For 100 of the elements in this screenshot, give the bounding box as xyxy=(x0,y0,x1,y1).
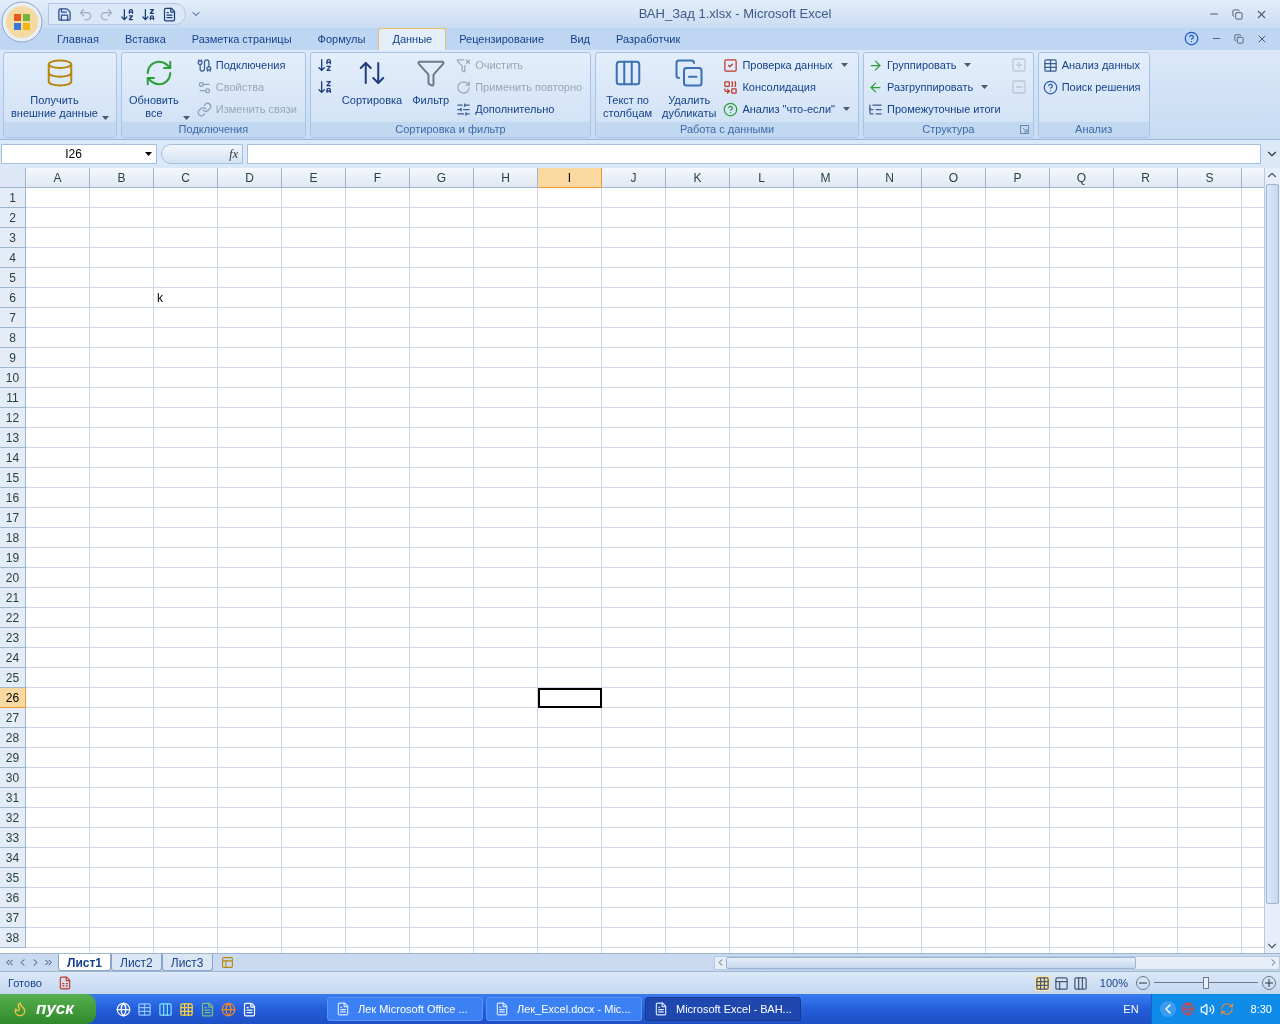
row-header[interactable]: 36 xyxy=(0,888,26,908)
row-header[interactable]: 10 xyxy=(0,368,26,388)
ribbon-button[interactable]: Получить внешние данные xyxy=(8,55,112,120)
save-icon[interactable] xyxy=(57,6,72,22)
row-header[interactable]: 8 xyxy=(0,328,26,348)
column-header[interactable]: Q xyxy=(1050,168,1114,188)
ribbon-tab[interactable]: Данные xyxy=(378,28,447,50)
help-icon[interactable] xyxy=(1184,31,1199,46)
grid-icon[interactable] xyxy=(179,1001,194,1017)
column-header[interactable]: S xyxy=(1178,168,1242,188)
ribbon-tab[interactable]: Формулы xyxy=(304,28,379,50)
ribbon-button[interactable]: Подключения xyxy=(196,55,301,75)
row-header[interactable]: 21 xyxy=(0,588,26,608)
row-header[interactable]: 33 xyxy=(0,828,26,848)
row-header[interactable]: 7 xyxy=(0,308,26,328)
column-header[interactable]: O xyxy=(922,168,986,188)
row-header[interactable]: 22 xyxy=(0,608,26,628)
row-header[interactable]: 37 xyxy=(0,908,26,928)
ribbon-tab[interactable]: Разработчик xyxy=(603,28,694,50)
zoom-slider[interactable] xyxy=(1154,976,1258,990)
form-icon[interactable] xyxy=(162,6,177,22)
column-header[interactable]: E xyxy=(282,168,346,188)
row-header[interactable]: 18 xyxy=(0,528,26,548)
panel-icon[interactable] xyxy=(158,1001,173,1017)
row-header[interactable]: 16 xyxy=(0,488,26,508)
column-header[interactable]: F xyxy=(346,168,410,188)
row-header[interactable]: 30 xyxy=(0,768,26,788)
column-header[interactable]: H xyxy=(474,168,538,188)
row-header[interactable]: 3 xyxy=(0,228,26,248)
zoom-level[interactable]: 100% xyxy=(1099,974,1128,992)
ribbon-button[interactable]: Обновить все xyxy=(125,55,193,120)
page-break-icon[interactable] xyxy=(1072,975,1088,991)
row-header[interactable]: 19 xyxy=(0,548,26,568)
row-header[interactable]: 5 xyxy=(0,268,26,288)
row-header[interactable]: 4 xyxy=(0,248,26,268)
network-icon[interactable] xyxy=(116,1001,131,1017)
ribbon-button[interactable]: Разгруппировать xyxy=(868,77,1005,97)
row-header[interactable]: 17 xyxy=(0,508,26,528)
column-header[interactable]: M xyxy=(794,168,858,188)
row-header[interactable]: 31 xyxy=(0,788,26,808)
formula-field[interactable] xyxy=(247,144,1261,164)
ribbon-button[interactable]: Фильтр xyxy=(409,55,453,107)
ribbon-tab[interactable]: Разметка страницы xyxy=(178,28,305,50)
row-header[interactable]: 14 xyxy=(0,448,26,468)
name-box[interactable]: I26 xyxy=(1,144,157,164)
row-header[interactable]: 27 xyxy=(0,708,26,728)
column-header[interactable]: J xyxy=(602,168,666,188)
column-header[interactable]: D xyxy=(218,168,282,188)
row-header[interactable]: 15 xyxy=(0,468,26,488)
row-header[interactable]: 13 xyxy=(0,428,26,448)
row-header[interactable]: 29 xyxy=(0,748,26,768)
ribbon-button[interactable]: Анализ данных xyxy=(1042,55,1145,75)
column-header[interactable]: R xyxy=(1114,168,1178,188)
column-header[interactable]: P xyxy=(986,168,1050,188)
insert-sheet-icon[interactable] xyxy=(220,956,234,969)
row-header[interactable]: 6 xyxy=(0,288,26,308)
ribbon-tab[interactable]: Вставка xyxy=(111,28,179,50)
column-header[interactable]: C xyxy=(154,168,218,188)
vertical-scrollbar[interactable] xyxy=(1264,168,1280,953)
ribbon-button[interactable]: Консолидация xyxy=(723,77,854,97)
first-sheet-icon[interactable] xyxy=(4,957,15,968)
column-header[interactable]: G xyxy=(410,168,474,188)
ribbon-tab[interactable]: Вид xyxy=(557,28,604,50)
sheet-tab[interactable]: Лист2 xyxy=(111,954,162,971)
ribbon-button[interactable]: Удалить дубликаты xyxy=(659,55,720,120)
page-layout-icon[interactable] xyxy=(1053,975,1069,991)
row-header[interactable]: 32 xyxy=(0,808,26,828)
dialog-launcher-icon[interactable] xyxy=(1019,125,1029,134)
horizontal-scrollbar[interactable] xyxy=(713,955,1280,970)
ribbon-button[interactable]: Дополнительно xyxy=(456,99,587,119)
column-header[interactable]: K xyxy=(666,168,730,188)
ribbon-button[interactable]: Промежуточные итоги xyxy=(868,99,1005,119)
volume-icon[interactable] xyxy=(1199,1001,1215,1017)
slider-thumb[interactable] xyxy=(1203,977,1209,989)
taskbar-button[interactable]: Лек_Excel.docx - Mic... xyxy=(486,997,642,1021)
ribbon-button[interactable]: Проверка данных xyxy=(723,55,854,75)
row-header[interactable]: 24 xyxy=(0,648,26,668)
zoom-in-icon[interactable] xyxy=(1262,976,1276,990)
ribbon-button[interactable]: Группировать xyxy=(868,55,1005,75)
sheet-tab[interactable]: Лист1 xyxy=(58,954,112,971)
row-header[interactable]: 28 xyxy=(0,728,26,748)
worksheet-grid[interactable]: k xyxy=(26,188,1264,953)
language-indicator[interactable]: EN xyxy=(1123,1000,1139,1018)
sort-ascending-icon[interactable] xyxy=(120,6,135,22)
row-header[interactable]: 38 xyxy=(0,928,26,948)
row-header[interactable]: 23 xyxy=(0,628,26,648)
column-header[interactable]: B xyxy=(90,168,154,188)
row-header[interactable]: 2 xyxy=(0,208,26,228)
document-icon[interactable] xyxy=(242,1001,257,1017)
row-header[interactable]: 12 xyxy=(0,408,26,428)
column-header[interactable]: A xyxy=(26,168,90,188)
row-header[interactable]: 25 xyxy=(0,668,26,688)
restore-icon[interactable] xyxy=(1234,33,1244,44)
active-cell[interactable] xyxy=(538,688,602,708)
column-header[interactable]: N xyxy=(858,168,922,188)
ribbon-tab[interactable]: Рецензирование xyxy=(446,28,558,50)
row-header[interactable]: 1 xyxy=(0,188,26,208)
ribbon-button[interactable]: Анализ "что-если" xyxy=(723,99,854,119)
restore-icon[interactable] xyxy=(1232,8,1243,20)
taskbar-button[interactable]: Лек Microsoft Office ... xyxy=(327,997,483,1021)
